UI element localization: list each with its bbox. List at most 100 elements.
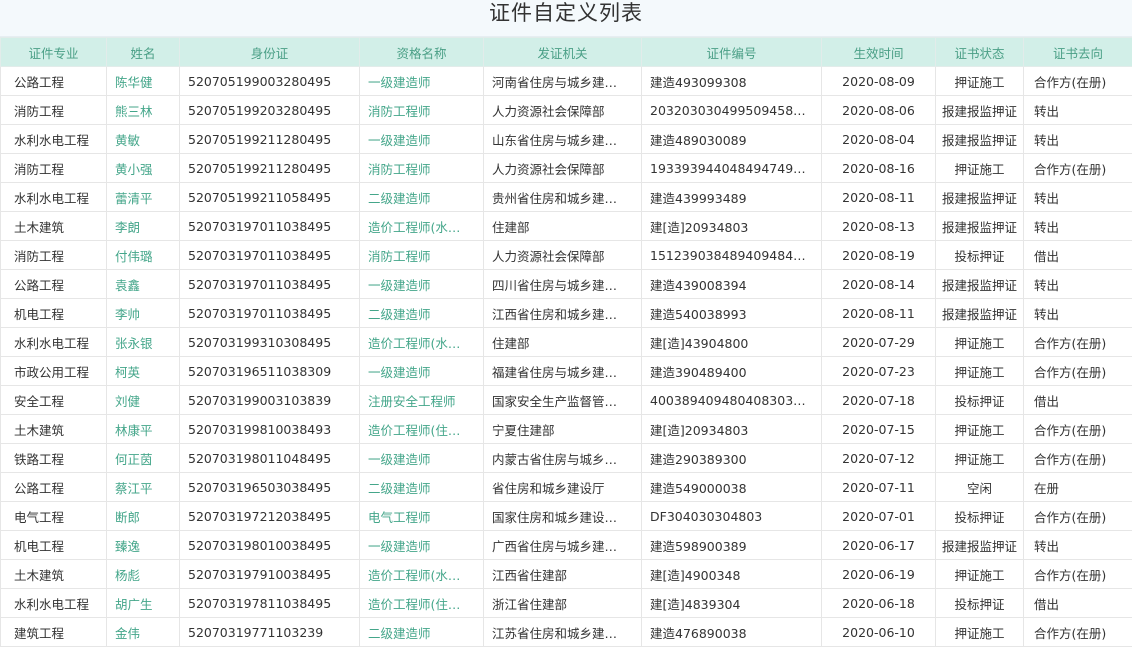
cell-name[interactable]: 臻逸 — [106, 530, 180, 560]
cell-name[interactable]: 林康平 — [106, 414, 180, 444]
table-row[interactable]: 机电工程 臻逸 520703198010038495 一级建造师 广西省住房与城乡建… 建… — [0, 530, 1132, 560]
cell-name[interactable]: 张永银 — [106, 327, 180, 357]
cell-name[interactable]: 李朗 — [106, 211, 180, 241]
cell-cert-status: 空闲 — [935, 472, 1024, 502]
cell-cert-status: 投标押证 — [935, 240, 1024, 270]
cell-effective-date: 2020-07-12 — [821, 443, 936, 473]
cell-name[interactable]: 金伟 — [106, 617, 180, 647]
table-row[interactable]: 公路工程 蔡江平 520703196503038495 二级建造师 省住房和城乡建设厅建… — [0, 472, 1132, 502]
column-header-qualification[interactable]: 资格名称 — [359, 37, 484, 67]
cell-qualification[interactable]: 一级建造师 — [359, 530, 484, 560]
table-row[interactable]: 机电工程 李帅 520703197011038495 二级建造师 江西省住房和城乡建… 建… — [0, 298, 1132, 328]
cell-cert-destination: 合作方(在册) — [1023, 501, 1132, 531]
table-row[interactable]: 消防工程 付伟璐 520703197011038495 消防工程师 人力资源社会保障部 1… — [0, 240, 1132, 270]
cell-cert-destination: 在册 — [1023, 472, 1132, 502]
column-header-cert-status[interactable]: 证书状态 — [935, 37, 1024, 67]
cell-qualification[interactable]: 造价工程师(住… — [359, 414, 484, 444]
cell-qualification[interactable]: 电气工程师 — [359, 501, 484, 531]
cell-effective-date: 2020-06-10 — [821, 617, 936, 647]
table-row[interactable]: 土木建筑 林康平 520703199810038493 造价工程师(住… 宁夏住建部 建[… — [0, 414, 1132, 444]
cell-cert-number: 建造476890038 — [641, 617, 822, 647]
cell-name[interactable]: 熊三林 — [106, 95, 180, 125]
cell-id-card: 520703197011038495 — [179, 298, 360, 328]
cell-cert-destination: 借出 — [1023, 588, 1132, 618]
cell-name[interactable]: 蕾清平 — [106, 182, 180, 212]
cell-qualification[interactable]: 二级建造师 — [359, 472, 484, 502]
cell-qualification[interactable]: 一级建造师 — [359, 66, 484, 96]
cell-name[interactable]: 黄小强 — [106, 153, 180, 183]
cell-name[interactable]: 断郎 — [106, 501, 180, 531]
cell-qualification[interactable]: 消防工程师 — [359, 153, 484, 183]
cell-cert-number: 193393944048494749483 — [641, 153, 822, 183]
table-row[interactable]: 建筑工程 金伟 52070319771103239 二级建造师 江苏省住房和城乡建… 建造… — [0, 617, 1132, 647]
table-header-row: 证件专业 姓名 身份证 资格名称 发证机关 证件编号 生效时间 证书状态 证书去… — [0, 37, 1132, 67]
cell-major: 公路工程 — [0, 472, 107, 502]
cell-name[interactable]: 柯英 — [106, 356, 180, 386]
table-row[interactable]: 市政公用工程 柯英 520703196511038309 一级建造师 福建省住房与城乡建… — [0, 356, 1132, 386]
cell-qualification[interactable]: 注册安全工程师 — [359, 385, 484, 415]
column-header-cert-destination[interactable]: 证书去向 — [1023, 37, 1132, 67]
cell-qualification[interactable]: 二级建造师 — [359, 182, 484, 212]
table-row[interactable]: 水利水电工程 黄敏 520705199211280495 一级建造师 山东省住房与城乡建… — [0, 124, 1132, 154]
cell-qualification[interactable]: 造价工程师(水… — [359, 211, 484, 241]
cell-name[interactable]: 何正茵 — [106, 443, 180, 473]
cell-issuer: 内蒙古省住房与城乡… — [483, 443, 642, 473]
table-row[interactable]: 土木建筑 李朗 520703197011038495 造价工程师(水… 住建部 建[造]2… — [0, 211, 1132, 241]
column-header-id-card[interactable]: 身份证 — [179, 37, 360, 67]
cell-major: 消防工程 — [0, 153, 107, 183]
cell-cert-destination: 转出 — [1023, 124, 1132, 154]
column-header-issuer[interactable]: 发证机关 — [483, 37, 642, 67]
cell-issuer: 国家安全生产监督管… — [483, 385, 642, 415]
table-row[interactable]: 公路工程 陈华健 520705199003280495 一级建造师 河南省住房与城乡建…… — [0, 66, 1132, 96]
cell-cert-number: 建[造]43904800 — [641, 327, 822, 357]
table-row[interactable]: 铁路工程 何正茵 520703198011048495 一级建造师 内蒙古省住房与城乡…… — [0, 443, 1132, 473]
table-row[interactable]: 安全工程 刘健 520703199003103839 注册安全工程师 国家安全生产监督管… — [0, 385, 1132, 415]
cell-qualification[interactable]: 造价工程师(住… — [359, 588, 484, 618]
cell-name[interactable]: 黄敏 — [106, 124, 180, 154]
cell-qualification[interactable]: 消防工程师 — [359, 95, 484, 125]
cell-qualification[interactable]: 消防工程师 — [359, 240, 484, 270]
cell-qualification[interactable]: 一级建造师 — [359, 443, 484, 473]
cell-major: 水利水电工程 — [0, 182, 107, 212]
cell-name[interactable]: 蔡江平 — [106, 472, 180, 502]
table-row[interactable]: 消防工程 熊三林 520705199203280495 消防工程师 人力资源社会保障部 2… — [0, 95, 1132, 125]
cell-name[interactable]: 袁鑫 — [106, 269, 180, 299]
cell-qualification[interactable]: 二级建造师 — [359, 617, 484, 647]
column-header-effective-date[interactable]: 生效时间 — [821, 37, 936, 67]
cell-major: 土木建筑 — [0, 211, 107, 241]
cell-cert-status: 报建报监押证 — [935, 124, 1024, 154]
cell-name[interactable]: 胡广生 — [106, 588, 180, 618]
table-row[interactable]: 公路工程 袁鑫 520703197011038495 一级建造师 四川省住房与城乡建… 建… — [0, 269, 1132, 299]
cell-qualification[interactable]: 一级建造师 — [359, 124, 484, 154]
cell-qualification[interactable]: 造价工程师(水… — [359, 559, 484, 589]
cell-cert-number: 建造390489400 — [641, 356, 822, 386]
cell-name[interactable]: 陈华健 — [106, 66, 180, 96]
cell-cert-destination: 转出 — [1023, 182, 1132, 212]
table-row[interactable]: 消防工程 黄小强 520705199211280495 消防工程师 人力资源社会保障部 1… — [0, 153, 1132, 183]
table-row[interactable]: 水利水电工程 胡广生 520703197811038495 造价工程师(住… 浙江省住建… — [0, 588, 1132, 618]
cell-effective-date: 2020-08-04 — [821, 124, 936, 154]
cell-cert-number: 建造489030089 — [641, 124, 822, 154]
cell-id-card: 520703197212038495 — [179, 501, 360, 531]
cell-id-card: 520703198011048495 — [179, 443, 360, 473]
cell-name[interactable]: 杨彪 — [106, 559, 180, 589]
cell-cert-number: 建造598900389 — [641, 530, 822, 560]
cell-cert-status: 投标押证 — [935, 385, 1024, 415]
column-header-cert-number[interactable]: 证件编号 — [641, 37, 822, 67]
cell-name[interactable]: 刘健 — [106, 385, 180, 415]
cell-major: 公路工程 — [0, 269, 107, 299]
cell-qualification[interactable]: 一级建造师 — [359, 269, 484, 299]
column-header-name[interactable]: 姓名 — [106, 37, 180, 67]
table-row[interactable]: 土木建筑 杨彪 520703197910038495 造价工程师(水… 江西省住建部 建[… — [0, 559, 1132, 589]
table-row[interactable]: 水利水电工程 张永银 520703199310308495 造价工程师(水… 住建部 建[… — [0, 327, 1132, 357]
cell-cert-status: 投标押证 — [935, 501, 1024, 531]
cell-qualification[interactable]: 一级建造师 — [359, 356, 484, 386]
cell-qualification[interactable]: 二级建造师 — [359, 298, 484, 328]
cell-major: 电气工程 — [0, 501, 107, 531]
cell-name[interactable]: 付伟璐 — [106, 240, 180, 270]
column-header-major[interactable]: 证件专业 — [0, 37, 107, 67]
cell-qualification[interactable]: 造价工程师(水… — [359, 327, 484, 357]
cell-name[interactable]: 李帅 — [106, 298, 180, 328]
table-row[interactable]: 水利水电工程 蕾清平 520705199211058495 二级建造师 贵州省住房和城乡… — [0, 182, 1132, 212]
table-row[interactable]: 电气工程 断郎 520703197212038495 电气工程师 国家住房和城乡建设… D… — [0, 501, 1132, 531]
